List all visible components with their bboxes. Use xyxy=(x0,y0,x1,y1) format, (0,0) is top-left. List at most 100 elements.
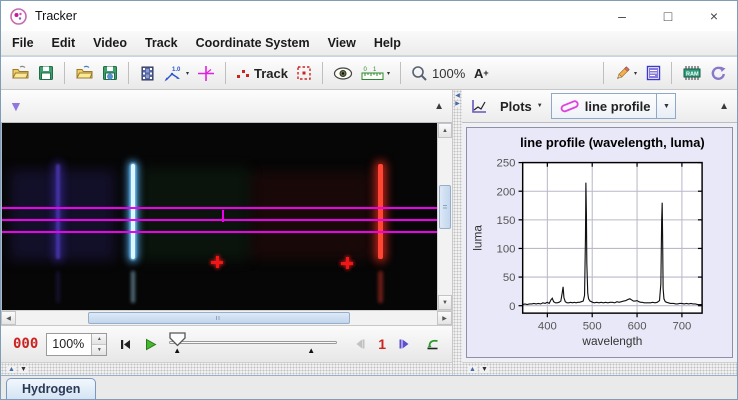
svg-text:500: 500 xyxy=(583,321,602,333)
scroll-right-button[interactable]: ▶ xyxy=(437,311,452,325)
loop-button[interactable] xyxy=(425,338,440,351)
plot-svg: 400500600700050100150200250line profile … xyxy=(467,128,732,357)
menu-bar: File Edit Video Track Coordinate System … xyxy=(1,31,737,56)
svg-text:RAM: RAM xyxy=(686,71,699,77)
step-forward-button[interactable] xyxy=(398,338,411,350)
tab-hydrogen[interactable]: Hydrogen xyxy=(6,378,96,399)
toolbar-separator xyxy=(225,62,226,84)
view-selector-value: line profile xyxy=(585,99,651,114)
notes-button[interactable] xyxy=(641,60,665,86)
slider-thumb[interactable] xyxy=(169,332,186,347)
svg-text:0: 0 xyxy=(364,67,368,73)
maximize-button[interactable]: □ xyxy=(645,1,691,31)
clip-settings-button[interactable] xyxy=(135,60,159,86)
pane-divider[interactable]: ◀ ▶ xyxy=(453,90,462,375)
play-button[interactable] xyxy=(144,338,157,351)
font-size-label: A xyxy=(474,66,483,81)
menu-edit[interactable]: Edit xyxy=(43,33,85,53)
horizontal-scroll-track[interactable] xyxy=(16,311,437,325)
step-back-button[interactable] xyxy=(353,338,366,350)
save-file-button[interactable] xyxy=(34,60,58,86)
open-file-button[interactable] xyxy=(7,60,34,86)
loop-icon xyxy=(425,338,440,351)
view-selector[interactable]: line profile xyxy=(551,93,658,119)
line-profile-center-handle[interactable] xyxy=(222,210,224,222)
line-profile-axis[interactable] xyxy=(2,219,437,221)
video-horizontal-scrollbar[interactable]: ◀ ▶ xyxy=(1,310,452,325)
reset-button[interactable] xyxy=(119,338,132,351)
drawings-button[interactable]: ▾ xyxy=(610,60,641,86)
create-track-button[interactable]: Track xyxy=(232,60,292,86)
calibration-point-marker-1[interactable] xyxy=(211,256,223,268)
slider-track[interactable] xyxy=(169,341,337,344)
open-folder-icon xyxy=(11,65,30,81)
axes-icon xyxy=(197,65,215,82)
video-vertical-scrollbar[interactable]: ▲ ▼ xyxy=(437,123,452,310)
memory-button[interactable]: RAM xyxy=(678,60,706,86)
clip-out-marker[interactable]: ▲ xyxy=(307,347,315,355)
refresh-button[interactable] xyxy=(706,60,731,86)
tab-bar: Hydrogen xyxy=(1,375,737,399)
svg-text:100: 100 xyxy=(497,244,516,256)
svg-text:1: 1 xyxy=(373,67,377,73)
plot-pane-splitter[interactable]: ▲ ▼ xyxy=(462,362,737,375)
step-size-value[interactable]: 1 xyxy=(378,336,386,352)
play-rate-spinner[interactable]: 100% ▲ ▼ xyxy=(46,333,107,356)
save-zip-button[interactable] xyxy=(98,60,122,86)
video-pane-splitter[interactable]: ▲ ▼ xyxy=(1,362,452,375)
clip-in-marker[interactable]: ▲ xyxy=(173,347,181,355)
measuring-tools-button[interactable]: 0 1 ▾ xyxy=(357,60,394,86)
memory-chip-icon: RAM xyxy=(682,65,702,81)
axes-button[interactable] xyxy=(193,60,219,86)
rate-down-button[interactable]: ▼ xyxy=(92,345,106,355)
splitter-down-icon[interactable]: ▼ xyxy=(480,366,489,373)
line-profile-lower-edge[interactable] xyxy=(2,231,437,233)
plot-pane: Plots ▼ line profile ▼ ▲ 400500600700050… xyxy=(462,90,737,375)
menu-help[interactable]: Help xyxy=(365,33,410,53)
play-rate-value[interactable]: 100% xyxy=(47,334,91,355)
frame-number: 000 xyxy=(13,336,38,352)
skip-to-start-icon xyxy=(119,338,132,351)
line-profile-plot[interactable]: 400500600700050100150200250line profile … xyxy=(466,127,733,358)
scroll-down-button[interactable]: ▼ xyxy=(438,295,452,310)
open-library-button[interactable] xyxy=(71,60,98,86)
maximize-plot-button[interactable]: ▲ xyxy=(719,101,729,112)
main-view-triangle-icon[interactable]: ▼ xyxy=(9,99,23,113)
frame-slider[interactable]: ▲ ▲ xyxy=(163,326,343,362)
track-visibility-button[interactable] xyxy=(329,60,357,86)
view-selector-dropdown-button[interactable]: ▼ xyxy=(657,93,676,119)
zoom-button[interactable]: 100% xyxy=(407,60,469,86)
plots-menu-button[interactable]: Plots ▼ xyxy=(494,99,543,114)
minimize-button[interactable]: – xyxy=(599,1,645,31)
menu-view[interactable]: View xyxy=(319,33,365,53)
track-dots-icon xyxy=(236,66,250,80)
menu-file[interactable]: File xyxy=(3,33,43,53)
divider-left-icon[interactable]: ◀ xyxy=(455,93,460,99)
splitter-up-icon[interactable]: ▲ xyxy=(468,366,477,373)
horizontal-scroll-thumb[interactable] xyxy=(88,312,350,324)
autotracker-button[interactable] xyxy=(292,60,316,86)
vertical-scroll-thumb[interactable] xyxy=(439,185,451,229)
splitter-up-icon[interactable]: ▲ xyxy=(7,366,16,373)
plot-panel: 400500600700050100150200250line profile … xyxy=(462,123,737,362)
vertical-scroll-track[interactable] xyxy=(438,138,452,295)
menu-video[interactable]: Video xyxy=(84,33,136,53)
font-size-button[interactable]: A+ xyxy=(469,60,493,86)
calibration-point-marker-2[interactable] xyxy=(341,257,353,269)
calibration-tools-button[interactable]: 1.0 ▾ xyxy=(159,60,193,86)
scroll-up-button[interactable]: ▲ xyxy=(438,123,452,138)
svg-text:luma: luma xyxy=(470,225,484,251)
line-profile-upper-edge[interactable] xyxy=(2,207,437,209)
toolbar-separator xyxy=(64,62,65,84)
spectrum-green-haze xyxy=(140,168,250,260)
video-canvas[interactable] xyxy=(1,123,437,310)
refresh-icon xyxy=(710,65,727,82)
maximize-view-button[interactable]: ▲ xyxy=(434,101,444,112)
scroll-left-button[interactable]: ◀ xyxy=(1,311,16,325)
menu-track[interactable]: Track xyxy=(136,33,187,53)
splitter-down-icon[interactable]: ▼ xyxy=(19,366,28,373)
divider-right-icon[interactable]: ▶ xyxy=(455,101,460,107)
close-button[interactable]: × xyxy=(691,1,737,31)
rate-up-button[interactable]: ▲ xyxy=(92,334,106,345)
menu-coordinate-system[interactable]: Coordinate System xyxy=(187,33,319,53)
